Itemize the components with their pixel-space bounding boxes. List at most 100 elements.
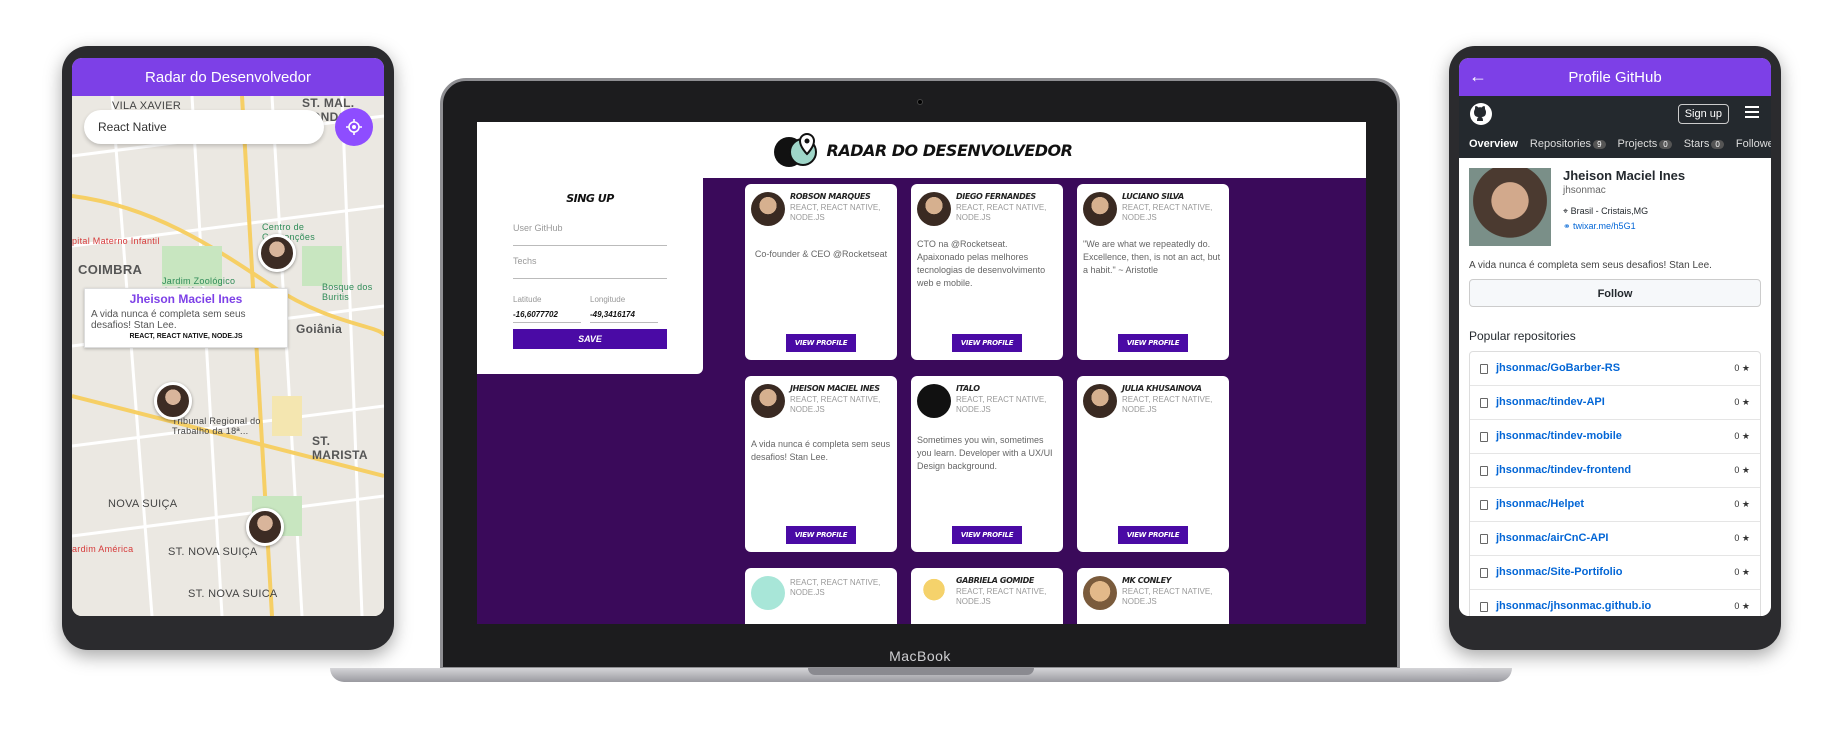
profile-location: ⌖ Brasil - Cristais,MG (1563, 206, 1649, 216)
signup-heading: SING UP (566, 192, 614, 205)
hamburger-menu-icon[interactable] (1745, 106, 1759, 121)
tab-projects[interactable]: Projects 0 (1618, 138, 1672, 150)
repo-item[interactable]: jhsonmac/tindev-frontend 0 ★ (1470, 454, 1760, 488)
github-profile-body: Jheison Maciel Ines jhsonmac ⌖ Brasil - … (1459, 158, 1771, 616)
repo-stars: 0 ★ (1734, 567, 1750, 577)
repo-stars: 0 ★ (1734, 533, 1750, 543)
web-header: RADAR DO DESENVOLVEDOR (477, 122, 1366, 178)
laptop-notch (808, 668, 1034, 675)
dev-techs: REACT, REACT NATIVE, NODE.JS (790, 203, 881, 222)
repo-stars: 0 ★ (1734, 397, 1750, 407)
repo-stars: 0 ★ (1734, 431, 1750, 441)
dev-card: DIEGO FERNANDES REACT, REACT NATIVE, NOD… (911, 184, 1063, 360)
tab-overview[interactable]: Overview (1469, 138, 1518, 150)
dev-map-marker[interactable] (154, 382, 192, 420)
map-label-st-nova-suica: ST. NOVA SUIÇA (168, 546, 258, 558)
repo-item[interactable]: jhsonmac/Helpet 0 ★ (1470, 488, 1760, 522)
dev-name: JHEISON MACIEL INES (790, 384, 880, 393)
dev-bio: "We are what we repeatedly do. Excellenc… (1083, 239, 1221, 275)
map-label-marista: ST. MARISTA (312, 434, 368, 462)
dev-techs: REACT, REACT NATIVE, NODE.JS (956, 203, 1047, 222)
tab-stars[interactable]: Stars 0 (1684, 138, 1724, 150)
dev-techs: REACT, REACT NATIVE, NODE.JS (1122, 587, 1213, 606)
latitude-field[interactable]: Latitude -16,6077702 (513, 295, 590, 323)
repo-item[interactable]: jhsonmac/tindev-API 0 ★ (1470, 386, 1760, 420)
dev-techs: REACT, REACT NATIVE, NODE.JS (956, 395, 1047, 414)
dev-map-marker[interactable] (246, 508, 284, 546)
map-label-nova-suica: NOVA SUIÇA (108, 498, 178, 510)
repo-stars: 0 ★ (1734, 363, 1750, 373)
dev-card: MK CONLEY REACT, REACT NATIVE, NODE.JS (1077, 568, 1229, 624)
dev-map-marker[interactable] (258, 234, 296, 272)
repo-icon (1480, 466, 1488, 476)
dev-avatar (917, 192, 951, 226)
profile-link[interactable]: ⚭ twixar.me/h5G1 (1563, 221, 1685, 232)
profile-name: Jheison Maciel Ines (1563, 168, 1686, 183)
repositories-count: 9 (1593, 140, 1606, 149)
dev-techs: REACT, REACT NATIVE, NODE.JS (1122, 203, 1213, 222)
callout-name: Jheison Maciel Ines (129, 292, 243, 306)
profile-login: jhsonmac (1563, 185, 1606, 196)
link-icon: ⚭ (1563, 221, 1574, 231)
repo-item[interactable]: jhsonmac/Site-Portifolio 0 ★ (1470, 556, 1760, 590)
longitude-label: Longitude (590, 295, 626, 304)
repo-item[interactable]: jhsonmac/tindev-mobile 0 ★ (1470, 420, 1760, 454)
dev-name: ROBSON MARQUES (790, 192, 871, 201)
mobile-app-title: Radar do Desenvolvedor (145, 68, 311, 86)
search-value: React Native (98, 120, 167, 134)
view-profile-button[interactable]: VIEW PROFILE (952, 526, 1022, 544)
map-label-hospital: pital Materno Infantil (72, 236, 160, 246)
repo-list: jhsonmac/GoBarber-RS 0 ★ jhsonmac/tindev-… (1469, 351, 1761, 616)
map-label-bosque: Bosque dos Buritis (322, 282, 373, 302)
dev-bio: A vida nunca é completa sem seus desafio… (751, 439, 891, 462)
web-app-screen: RADAR DO DESENVOLVEDOR SING UP User GitH… (477, 122, 1366, 624)
profile-bio: A vida nunca é completa sem seus desafio… (1469, 260, 1712, 271)
laptop-camera (917, 99, 923, 105)
callout-techs: REACT, REACT NATIVE, NODE.JS (129, 333, 243, 340)
view-profile-button[interactable]: VIEW PROFILE (952, 334, 1022, 352)
back-arrow-icon[interactable]: ← (1469, 66, 1487, 87)
my-location-button[interactable] (335, 108, 373, 146)
dev-avatar (1083, 384, 1117, 418)
repo-item[interactable]: jhsonmac/GoBarber-RS 0 ★ (1470, 352, 1760, 386)
tab-followers[interactable]: Followe (1736, 138, 1771, 150)
dev-avatar (751, 384, 785, 418)
repo-icon (1480, 432, 1488, 442)
longitude-field[interactable]: Longitude -49,3416174 (590, 295, 667, 323)
tab-repositories[interactable]: Repositories 9 (1530, 138, 1606, 150)
location-pin-icon: ⌖ (1563, 206, 1571, 216)
view-profile-button[interactable]: VIEW PROFILE (786, 334, 856, 352)
map-roads (72, 96, 384, 616)
github-logo-icon[interactable] (1469, 102, 1493, 126)
view-profile-button[interactable]: VIEW PROFILE (1118, 526, 1188, 544)
map-label-tribunal: Tribunal Regional do Trabalho da 18ª... (172, 416, 261, 436)
dev-avatar (751, 192, 785, 226)
dev-card: JULIA KHUSAINOVA REACT, REACT NATIVE, NO… (1077, 376, 1229, 552)
github-app-bar: ← Profile GitHub (1459, 58, 1771, 96)
follow-button[interactable]: Follow (1469, 279, 1761, 307)
mobile-app-bar: Radar do Desenvolvedor (72, 58, 384, 96)
repo-icon (1480, 500, 1488, 510)
view-profile-button[interactable]: VIEW PROFILE (786, 526, 856, 544)
repo-stars: 0 ★ (1734, 499, 1750, 509)
map-view[interactable]: VILA XAVIER ST. MAL. RONDON COIMBRA Cent… (72, 96, 384, 616)
dev-callout[interactable]: Jheison Maciel Ines A vida nunca é compl… (84, 288, 288, 348)
repo-item[interactable]: jhsonmac/jhsonmac.github.io 0 ★ (1470, 590, 1760, 616)
radar-logo-icon (771, 130, 821, 170)
github-signup-button[interactable]: Sign up (1677, 104, 1729, 124)
save-button[interactable]: SAVE (513, 329, 667, 349)
view-profile-button[interactable]: VIEW PROFILE (1118, 334, 1188, 352)
repo-item[interactable]: jhsonmac/airCnC-API 0 ★ (1470, 522, 1760, 556)
dev-card: ITALO REACT, REACT NATIVE, NODE.JS Somet… (911, 376, 1063, 552)
dev-card: JHEISON MACIEL INES REACT, REACT NATIVE,… (745, 376, 897, 552)
dev-avatar (1083, 192, 1117, 226)
dev-avatar (751, 576, 785, 610)
dev-card: ROBSON MARQUES REACT, REACT NATIVE, NODE… (745, 184, 897, 360)
github-user-input[interactable] (513, 245, 667, 246)
dev-techs: REACT, REACT NATIVE, NODE.JS (956, 587, 1047, 606)
tech-search-input[interactable]: React Native (84, 110, 324, 144)
techs-input[interactable] (513, 278, 667, 279)
dev-techs: REACT, REACT NATIVE, NODE.JS (1122, 395, 1213, 414)
location-target-icon (346, 119, 362, 135)
popular-repos-title: Popular repositories (1469, 329, 1576, 343)
